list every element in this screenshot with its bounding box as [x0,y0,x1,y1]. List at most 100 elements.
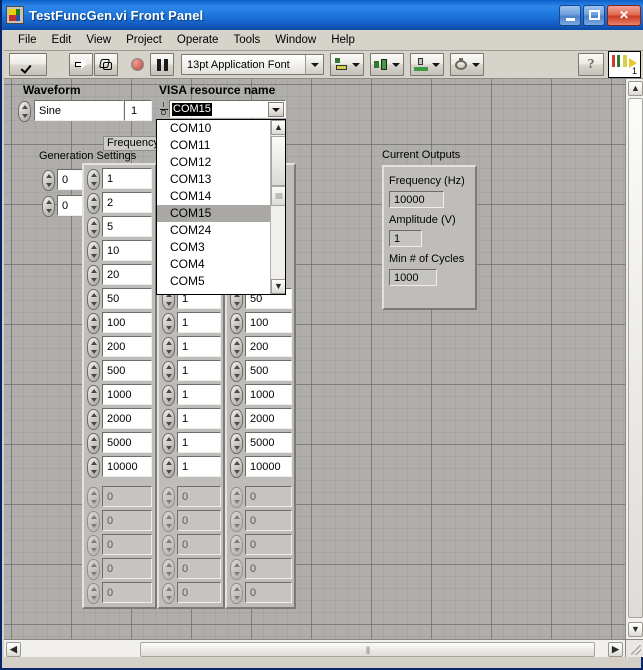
cycles-spinner-10[interactable] [230,535,243,556]
resize-objects-button[interactable] [410,53,444,76]
menu-item-tools[interactable]: Tools [226,33,268,47]
frequency-value-14[interactable]: 0 [102,510,152,531]
reorder-button[interactable] [450,53,484,76]
cycles-value-11[interactable]: 0 [245,558,292,579]
frequency-value-3[interactable]: 10 [102,240,152,261]
frequency-spinner-16[interactable] [87,559,100,580]
scroll-thumb[interactable] [271,136,285,186]
dropdown-item-selected[interactable]: COM15 [157,205,285,222]
amplitude-value-8[interactable]: 0 [177,486,221,507]
scroll-thumb-grip[interactable] [271,186,285,206]
chevron-down-icon[interactable] [305,55,323,74]
amplitude-value-5[interactable]: 1 [177,408,221,429]
cycles-spinner-6[interactable] [230,433,243,454]
frequency-spinner-8[interactable] [87,361,100,382]
frequency-value-8[interactable]: 500 [102,360,152,381]
frequency-spinner-2[interactable] [87,217,100,238]
amplitude-value-11[interactable]: 0 [177,558,221,579]
amplitude-value-6[interactable]: 1 [177,432,221,453]
amplitude-value-9[interactable]: 0 [177,510,221,531]
frequency-value-0[interactable]: 1 [102,168,152,189]
frequency-spinner-10[interactable] [87,409,100,430]
frequency-value-1[interactable]: 2 [102,192,152,213]
cycles-spinner-1[interactable] [230,313,243,334]
amplitude-spinner-11[interactable] [162,559,175,580]
amplitude-spinner-12[interactable] [162,583,175,604]
waveform-value[interactable]: Sine [34,100,124,121]
amplitude-value-1[interactable]: 1 [177,312,221,333]
frequency-spinner-3[interactable] [87,241,100,262]
frequency-spinner-1[interactable] [87,193,100,214]
vertical-scrollbar[interactable]: ▲ ▼ [625,79,643,639]
amplitude-value-12[interactable]: 0 [177,582,221,603]
menu-item-edit[interactable]: Edit [45,33,80,47]
amplitude-spinner-10[interactable] [162,535,175,556]
dropdown-item[interactable]: COM5 [157,273,285,290]
frequency-spinner-0[interactable] [87,169,100,190]
abort-execution-button[interactable] [126,53,148,76]
align-objects-button[interactable] [330,53,364,76]
cycles-value-12[interactable]: 0 [245,582,292,603]
horizontal-scrollbar[interactable]: ◀ ||| ▶ [4,639,625,657]
close-button[interactable]: ✕ [607,4,641,26]
cycles-spinner-7[interactable] [230,457,243,478]
frequency-value-13[interactable]: 0 [102,486,152,507]
dropdown-item[interactable]: COM10 [157,120,285,137]
cycles-spinner-5[interactable] [230,409,243,430]
gen-setting-spinner-0[interactable] [42,170,55,191]
dropdown-item[interactable]: COM14 [157,188,285,205]
amplitude-spinner-7[interactable] [162,457,175,478]
menu-item-window[interactable]: Window [268,33,324,47]
scroll-right-button[interactable]: ▶ [608,642,623,657]
cycles-spinner-4[interactable] [230,385,243,406]
scroll-down-button[interactable]: ▼ [628,622,643,637]
frequency-spinner-6[interactable] [87,313,100,334]
frequency-spinner-15[interactable] [87,535,100,556]
cycles-value-10[interactable]: 0 [245,534,292,555]
frequency-spinner-12[interactable] [87,457,100,478]
run-loop-button[interactable] [94,53,118,76]
frequency-value-2[interactable]: 5 [102,216,152,237]
dropdown-scrollbar[interactable]: ▲ ▼ [270,120,285,294]
cycles-value-5[interactable]: 2000 [245,408,292,429]
amplitude-spinner-5[interactable] [162,409,175,430]
amplitude-spinner-3[interactable] [162,361,175,382]
frequency-value-5[interactable]: 50 [102,288,152,309]
cycles-value-1[interactable]: 100 [245,312,292,333]
frequency-spinner-7[interactable] [87,337,100,358]
amplitude-spinner-6[interactable] [162,433,175,454]
dropdown-item[interactable]: COM24 [157,222,285,239]
distribute-objects-button[interactable] [370,53,404,76]
cycles-spinner-2[interactable] [230,337,243,358]
frequency-value-7[interactable]: 200 [102,336,152,357]
cycles-value-6[interactable]: 5000 [245,432,292,453]
frequency-value-4[interactable]: 20 [102,264,152,285]
cycles-value-8[interactable]: 0 [245,486,292,507]
menu-item-project[interactable]: Project [119,33,170,47]
frequency-spinner-11[interactable] [87,433,100,454]
maximize-button[interactable] [583,4,605,26]
frequency-value-6[interactable]: 100 [102,312,152,333]
cycles-spinner-8[interactable] [230,487,243,508]
frequency-spinner-13[interactable] [87,487,100,508]
cycles-spinner-12[interactable] [230,583,243,604]
amplitude-spinner-1[interactable] [162,313,175,334]
font-selector[interactable]: 13pt Application Font [181,54,324,75]
minimize-button[interactable] [559,4,581,26]
menu-item-help[interactable]: Help [324,33,363,47]
pause-button[interactable] [150,53,174,76]
waveform-index[interactable]: 1 [124,100,152,121]
amplitude-value-4[interactable]: 1 [177,384,221,405]
frequency-spinner-5[interactable] [87,289,100,310]
gen-setting-spinner-1[interactable] [42,196,55,217]
cycles-spinner-11[interactable] [230,559,243,580]
frequency-value-16[interactable]: 0 [102,558,152,579]
cycles-value-4[interactable]: 1000 [245,384,292,405]
frequency-value-12[interactable]: 10000 [102,456,152,477]
frequency-spinner-17[interactable] [87,583,100,604]
scroll-up-button[interactable]: ▲ [271,120,285,135]
horizontal-scroll-thumb[interactable]: ||| [140,642,595,657]
menu-item-operate[interactable]: Operate [170,33,227,47]
frequency-value-11[interactable]: 5000 [102,432,152,453]
amplitude-spinner-4[interactable] [162,385,175,406]
